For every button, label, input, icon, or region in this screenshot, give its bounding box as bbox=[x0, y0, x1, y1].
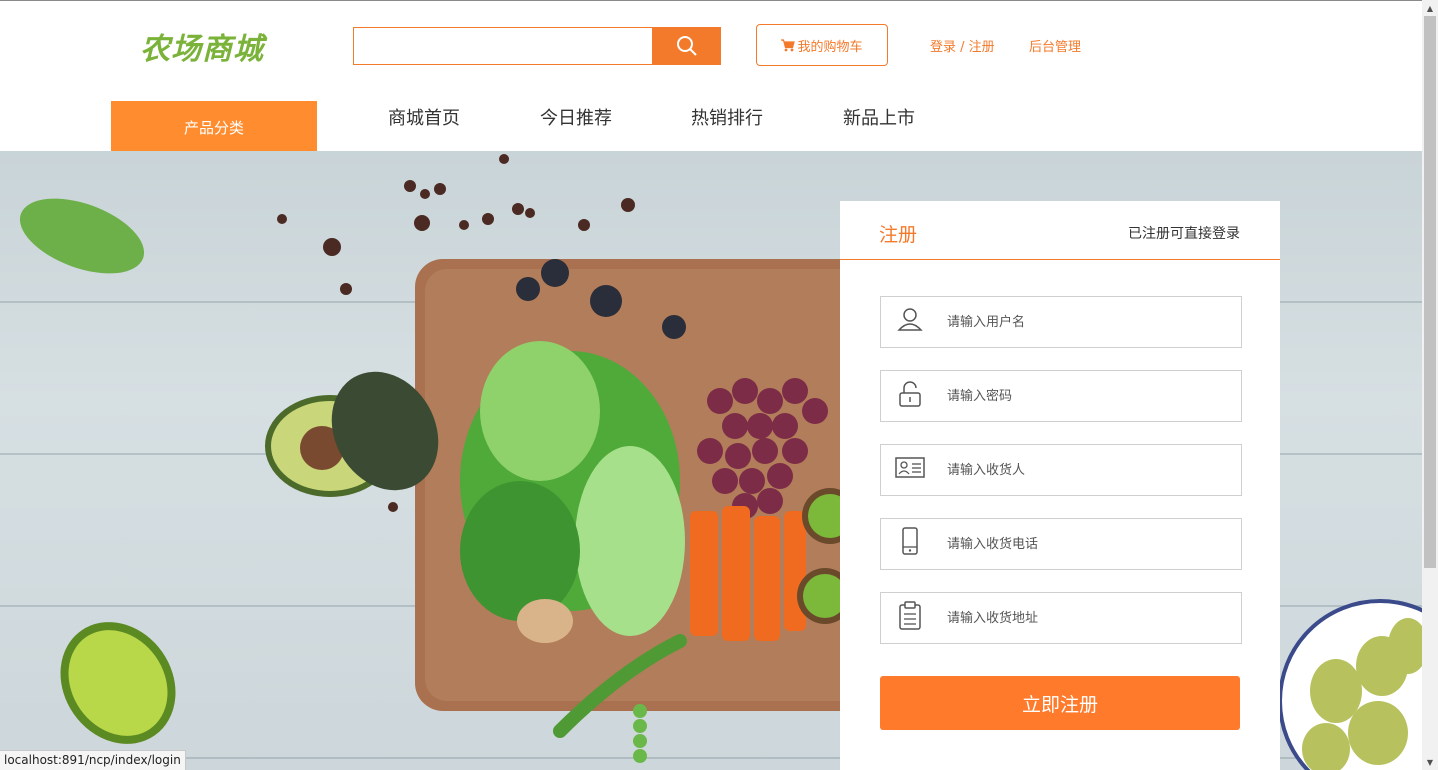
address-field[interactable] bbox=[880, 592, 1242, 644]
user-icon bbox=[897, 308, 923, 331]
site-logo[interactable]: 农场商城 bbox=[140, 24, 264, 68]
status-bar-url: localhost:891/ncp/index/login bbox=[0, 750, 186, 770]
cart-button[interactable]: 我的购物车 bbox=[756, 24, 888, 66]
receiver-field[interactable] bbox=[880, 444, 1242, 496]
username-input[interactable] bbox=[947, 311, 1227, 333]
nav-item-new-arrivals[interactable]: 新品上市 bbox=[843, 104, 915, 130]
scroll-down-arrow-icon[interactable]: ▼ bbox=[1422, 754, 1438, 770]
password-input[interactable] bbox=[947, 385, 1227, 407]
phone-field[interactable] bbox=[880, 518, 1242, 570]
window-top-border bbox=[0, 0, 1422, 1]
password-field[interactable] bbox=[880, 370, 1242, 422]
search-input[interactable] bbox=[353, 27, 652, 65]
register-title: 注册 bbox=[879, 224, 918, 246]
cart-icon bbox=[781, 38, 796, 51]
login-register-link[interactable]: 登录 / 注册 bbox=[930, 36, 995, 55]
cart-label: 我的购物车 bbox=[797, 39, 863, 55]
nav-item-recommended[interactable]: 今日推荐 bbox=[540, 104, 612, 130]
product-category-button[interactable]: 产品分类 bbox=[111, 101, 317, 151]
register-panel: 注册 已注册可直接登录 请输入用户名 请输入收货人 请输入收货电话 请输入收货地… bbox=[840, 201, 1280, 770]
clipboard-icon bbox=[899, 601, 921, 630]
lock-icon bbox=[899, 381, 921, 407]
register-submit-button[interactable]: 立即注册 bbox=[880, 676, 1240, 730]
panel-divider bbox=[840, 259, 1280, 260]
username-field[interactable] bbox=[880, 296, 1242, 348]
login-hint-link[interactable]: 已注册可直接登录 bbox=[1128, 223, 1240, 243]
scrollbar-thumb[interactable] bbox=[1424, 16, 1436, 568]
id-card-icon bbox=[895, 457, 925, 478]
phone-input[interactable] bbox=[947, 533, 1227, 555]
nav-item-bestsellers[interactable]: 热销排行 bbox=[691, 104, 763, 130]
search-button[interactable] bbox=[652, 27, 721, 65]
scroll-up-arrow-icon[interactable]: ▲ bbox=[1422, 0, 1438, 16]
admin-link[interactable]: 后台管理 bbox=[1029, 36, 1081, 55]
phone-icon bbox=[902, 527, 918, 555]
address-input[interactable] bbox=[947, 607, 1227, 629]
receiver-input[interactable] bbox=[947, 459, 1227, 481]
nav-item-home[interactable]: 商城首页 bbox=[388, 104, 460, 130]
search-icon bbox=[676, 36, 697, 56]
